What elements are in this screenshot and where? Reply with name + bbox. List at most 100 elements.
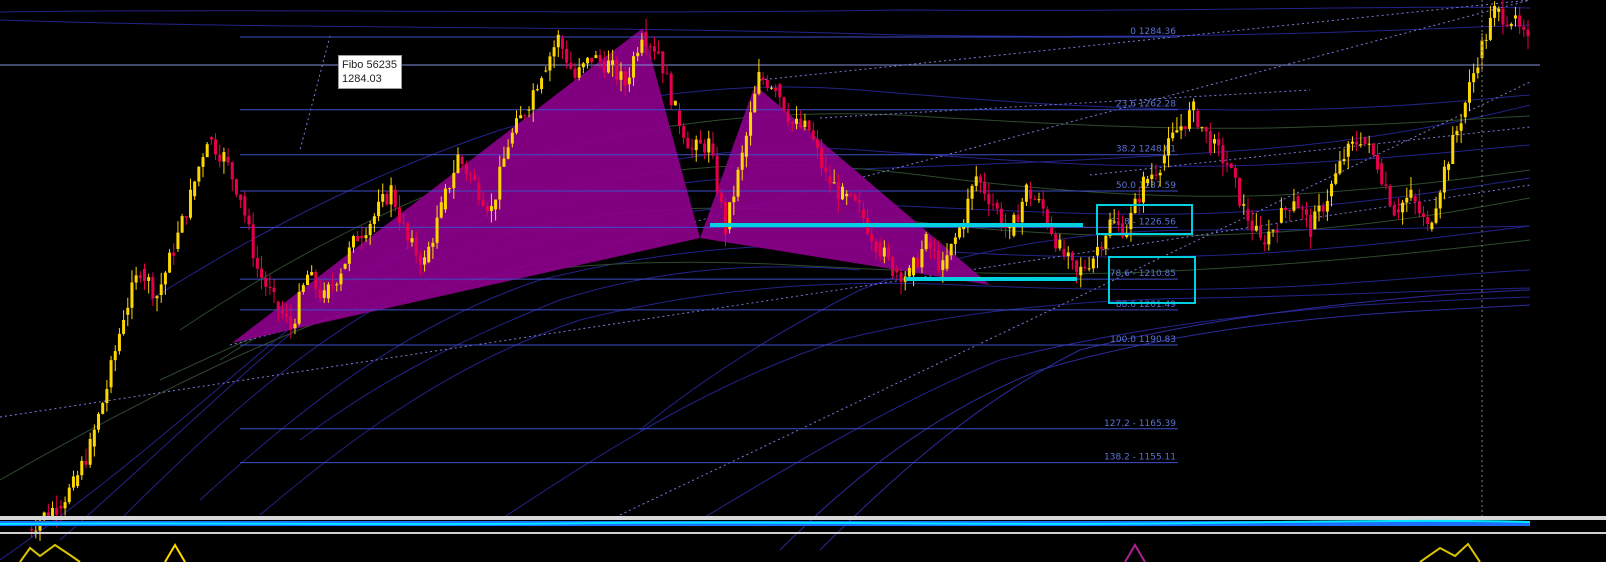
- candle-up: [1459, 123, 1463, 131]
- candle-up: [222, 152, 226, 162]
- candle-down: [1075, 260, 1079, 272]
- candle-down: [1221, 145, 1225, 164]
- candle-up: [1497, 8, 1501, 12]
- candle-up: [339, 273, 343, 285]
- candle-up: [1346, 143, 1350, 157]
- candle-up: [381, 194, 385, 202]
- candle-up: [920, 249, 924, 268]
- candle-up: [126, 307, 130, 315]
- candle-up: [769, 87, 773, 89]
- candle-up: [527, 109, 531, 111]
- candle-up: [673, 100, 677, 106]
- candle-up: [117, 333, 121, 352]
- candle-up: [431, 242, 435, 247]
- candle-down: [665, 73, 669, 75]
- candle-down: [1388, 185, 1392, 206]
- candle-down: [1041, 199, 1045, 209]
- candle-down: [1083, 266, 1087, 269]
- candle-down: [285, 313, 289, 317]
- candle-up: [966, 198, 970, 224]
- candle-up: [343, 263, 347, 269]
- candle-up: [435, 217, 439, 243]
- candle-down: [1371, 143, 1375, 155]
- candlestick-series: [30, 0, 1530, 541]
- candle-up: [577, 67, 581, 78]
- candle-up: [159, 284, 163, 296]
- candle-down: [661, 51, 665, 74]
- candle-up: [632, 56, 636, 78]
- candle-up: [736, 169, 740, 197]
- candle-up: [448, 188, 452, 190]
- candle-up: [1434, 208, 1438, 223]
- candle-up: [147, 277, 151, 281]
- candle-down: [1204, 126, 1208, 132]
- candle-down: [272, 287, 276, 292]
- candle-down: [1304, 209, 1308, 215]
- candle-up: [970, 185, 974, 199]
- candle-up: [1267, 231, 1271, 245]
- candle-up: [548, 56, 552, 71]
- ma-band: [0, 6, 1531, 13]
- candle-up: [1438, 192, 1442, 209]
- candle-up: [1342, 159, 1346, 162]
- candle-up: [1367, 143, 1371, 145]
- candle-down: [573, 68, 577, 78]
- fib-level-label: 50.0 1237.59: [1116, 181, 1176, 191]
- candle-down: [260, 268, 264, 278]
- candle-up: [489, 206, 493, 211]
- fib-level-label: 78.6 - 1210.85: [1110, 269, 1176, 279]
- candle-down: [226, 156, 230, 163]
- candle-down: [356, 236, 360, 242]
- panel-separator-2: [0, 532, 1606, 534]
- candle-down: [481, 199, 485, 207]
- candle-down: [978, 176, 982, 182]
- candle-down: [932, 248, 936, 251]
- candle-down: [1505, 24, 1509, 26]
- candle-down: [247, 215, 251, 225]
- candle-down: [1016, 214, 1020, 223]
- candle-down: [711, 143, 715, 156]
- candle-up: [1024, 184, 1028, 202]
- candle-down: [397, 207, 401, 223]
- trend-lines: [0, 0, 1531, 516]
- candle-up: [1463, 102, 1467, 118]
- candle-up: [1187, 110, 1191, 129]
- candle-up: [1087, 268, 1091, 270]
- candle-up: [924, 234, 928, 250]
- sub-panel: [0, 516, 1606, 562]
- candle-down: [937, 250, 941, 271]
- candle-down: [1258, 225, 1262, 238]
- candle-down: [268, 286, 272, 288]
- candle-down: [899, 272, 903, 282]
- candle-up: [1493, 5, 1497, 18]
- harmonic-triangle: [700, 85, 990, 285]
- candle-up: [88, 438, 92, 465]
- candle-up: [155, 296, 159, 299]
- candle-up: [1271, 230, 1275, 232]
- candle-up: [1325, 200, 1329, 212]
- candle-up: [1162, 155, 1166, 164]
- candle-down: [1422, 213, 1426, 217]
- candle-up: [1317, 205, 1321, 212]
- candle-down: [690, 148, 694, 150]
- candle-up: [130, 282, 134, 308]
- candle-up: [907, 267, 911, 277]
- price-chart[interactable]: 0 1284.36 23.6 1262.28 38.2 1248.61 50.0 12…: [0, 0, 1606, 562]
- candle-up: [1066, 252, 1070, 257]
- candle-up: [1095, 247, 1099, 256]
- ma-band: [0, 239, 1531, 481]
- candle-down: [255, 258, 259, 269]
- candle-down: [142, 268, 146, 281]
- candle-down: [1321, 205, 1325, 212]
- candle-down: [209, 136, 213, 140]
- candle-up: [306, 274, 310, 285]
- candle-up: [640, 39, 644, 53]
- candle-down: [815, 139, 819, 148]
- candle-up: [176, 232, 180, 249]
- candle-up: [1037, 199, 1041, 201]
- candle-up: [134, 275, 138, 283]
- candle-up: [180, 216, 184, 233]
- candle-up: [205, 144, 209, 158]
- candle-up: [1008, 227, 1012, 229]
- candle-up: [594, 55, 598, 58]
